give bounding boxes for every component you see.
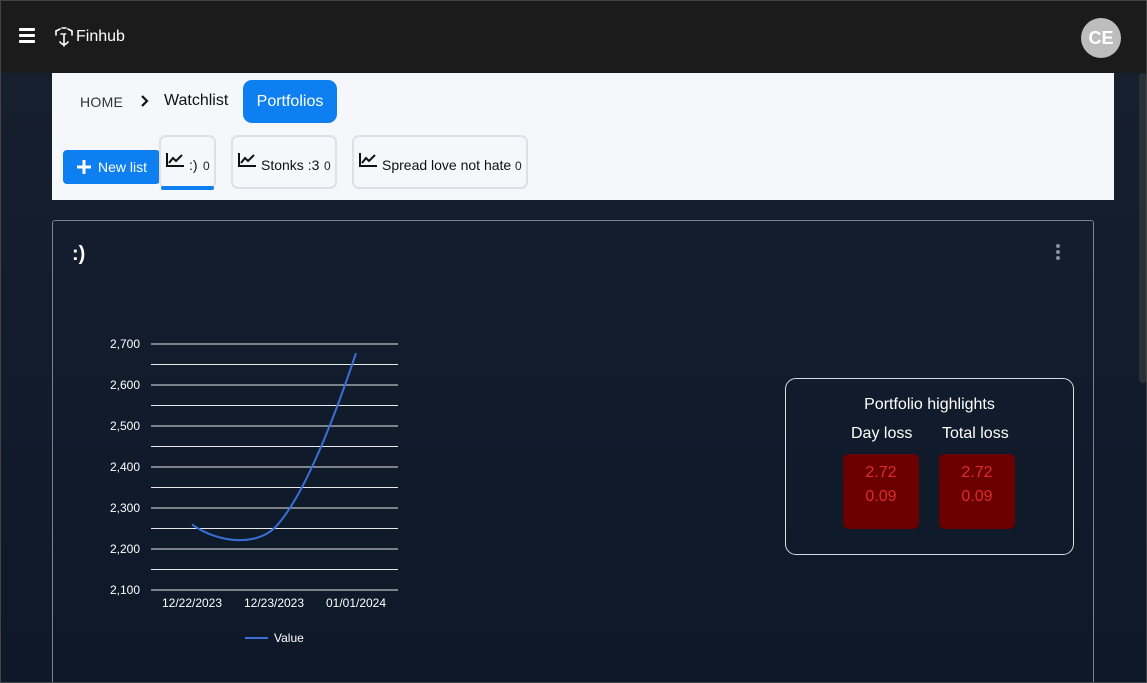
tab-portfolio-stonks[interactable]: Stonks :3 0 bbox=[231, 135, 337, 189]
brand-name[interactable]: Finhub bbox=[76, 28, 125, 46]
hamburger-menu-icon[interactable] bbox=[19, 28, 35, 43]
finhub-logo-icon bbox=[55, 27, 73, 47]
total-loss-label: Total loss bbox=[942, 425, 1009, 442]
y-tick-label: 2,400 bbox=[110, 460, 140, 474]
tab-count: 0 bbox=[203, 159, 210, 173]
total-loss-value: 2.72 bbox=[961, 464, 993, 481]
y-tick-label: 2,600 bbox=[110, 378, 140, 392]
scrollbar[interactable] bbox=[1139, 73, 1147, 383]
day-loss-percent: 0.09 bbox=[865, 488, 897, 505]
breadcrumb-home[interactable]: HOME bbox=[80, 94, 123, 110]
tab-count: 0 bbox=[515, 159, 522, 173]
tab-portfolio-spread-love[interactable]: Spread love not hate 0 bbox=[352, 135, 528, 189]
trending-up-icon bbox=[166, 153, 184, 167]
portfolio-value-chart: 2,100 2,200 2,300 2,400 2,500 2,600 2,700 12/22… bbox=[110, 337, 398, 645]
plus-icon bbox=[77, 160, 91, 174]
y-tick-label: 2,100 bbox=[110, 583, 140, 597]
new-list-label: New list bbox=[98, 159, 148, 175]
day-loss-label: Day loss bbox=[851, 425, 913, 442]
app-bar: Finhub CE bbox=[0, 0, 1147, 73]
tab-count: 0 bbox=[324, 159, 331, 173]
tab-portfolio-smile[interactable]: :) 0 bbox=[159, 135, 216, 190]
total-loss-box: 2.72 0.09 bbox=[939, 454, 1015, 529]
tab-label: :) bbox=[189, 157, 198, 173]
breadcrumb-portfolios[interactable]: Portfolios bbox=[243, 80, 337, 123]
x-tick-label: 01/01/2024 bbox=[326, 596, 386, 610]
portfolio-card: :) 2,100 2,200 2,300 2,400 2,500 2,600 2,700 12… bbox=[52, 220, 1094, 683]
total-loss-percent: 0.09 bbox=[961, 488, 993, 505]
chevron-right-icon bbox=[141, 95, 149, 107]
x-tick-label: 12/22/2023 bbox=[162, 596, 222, 610]
trending-up-icon bbox=[359, 153, 377, 167]
x-tick-label: 12/23/2023 bbox=[244, 596, 304, 610]
y-tick-label: 2,300 bbox=[110, 501, 140, 515]
legend-label: Value bbox=[274, 631, 304, 645]
y-tick-label: 2,700 bbox=[110, 337, 140, 351]
day-loss-value: 2.72 bbox=[865, 464, 897, 481]
tab-label: Stonks :3 bbox=[261, 157, 320, 173]
highlights-title: Portfolio highlights bbox=[864, 396, 995, 413]
new-list-button[interactable]: New list bbox=[63, 150, 160, 184]
avatar[interactable]: CE bbox=[1081, 18, 1121, 58]
trending-up-icon bbox=[238, 153, 256, 167]
tab-label: Spread love not hate bbox=[382, 157, 512, 173]
more-options-icon[interactable] bbox=[1054, 242, 1062, 262]
portfolio-highlights: Portfolio highlights Day loss Total loss… bbox=[785, 378, 1074, 555]
y-tick-label: 2,200 bbox=[110, 542, 140, 556]
day-loss-box: 2.72 0.09 bbox=[843, 454, 919, 529]
y-tick-label: 2,500 bbox=[110, 419, 140, 433]
navigation-panel: HOME Watchlist Portfolios New list :) 0 … bbox=[52, 73, 1114, 200]
breadcrumb-watchlist[interactable]: Watchlist bbox=[164, 92, 228, 110]
